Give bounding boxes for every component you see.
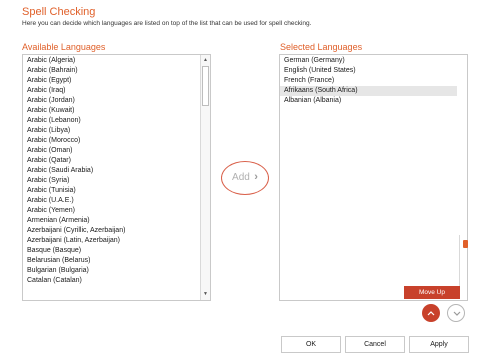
available-languages-label: Available Languages — [22, 42, 106, 52]
list-item[interactable]: Azerbaijani (Cyrillic, Azerbaijan) — [23, 226, 200, 236]
list-item[interactable]: Belarusian (Belarus) — [23, 256, 200, 266]
list-item[interactable]: Arabic (Libya) — [23, 126, 200, 136]
list-item[interactable]: Basque (Basque) — [23, 246, 200, 256]
list-item[interactable]: Arabic (Egypt) — [23, 76, 200, 86]
list-item[interactable]: Arabic (Bahrain) — [23, 66, 200, 76]
list-item[interactable]: Arabic (Syria) — [23, 176, 200, 186]
add-button[interactable]: Add › — [221, 161, 269, 195]
page-title: Spell Checking — [22, 6, 96, 18]
list-item[interactable]: Armenian (Armenia) — [23, 216, 200, 226]
apply-button[interactable]: Apply — [409, 336, 469, 353]
selected-languages-list[interactable]: German (Germany) English (United States) F… — [279, 54, 468, 301]
list-item[interactable]: Arabic (Morocco) — [23, 136, 200, 146]
scroll-down-icon[interactable]: ▼ — [201, 290, 210, 299]
available-list-scrollbar[interactable]: ▲ ▼ — [200, 55, 210, 300]
move-up-button[interactable] — [422, 304, 440, 322]
list-item[interactable]: Arabic (U.A.E.) — [23, 196, 200, 206]
list-item[interactable]: Arabic (Saudi Arabia) — [23, 166, 200, 176]
list-item[interactable]: Arabic (Jordan) — [23, 96, 200, 106]
list-item[interactable]: Afrikaans (South Africa) — [280, 86, 457, 96]
list-item[interactable]: Arabic (Lebanon) — [23, 116, 200, 126]
scrollbar-thumb[interactable] — [202, 66, 209, 106]
list-item[interactable]: Arabic (Iraq) — [23, 86, 200, 96]
scroll-position-marker[interactable] — [463, 240, 468, 248]
list-item[interactable]: Arabic (Tunisia) — [23, 186, 200, 196]
chevron-up-icon — [427, 311, 435, 316]
list-item[interactable]: French (France) — [280, 76, 457, 86]
available-languages-list[interactable]: Arabic (Algeria) Arabic (Bahrain) Arabic (… — [22, 54, 211, 301]
list-item[interactable]: Azerbaijani (Latin, Azerbaijan) — [23, 236, 200, 246]
ok-button[interactable]: OK — [281, 336, 341, 353]
list-item[interactable]: Catalan (Catalan) — [23, 276, 200, 286]
cancel-button[interactable]: Cancel — [345, 336, 405, 353]
chevron-right-icon: › — [254, 171, 258, 183]
move-down-button[interactable] — [447, 304, 465, 322]
list-item[interactable]: German (Germany) — [280, 56, 457, 66]
scroll-up-icon[interactable]: ▲ — [201, 56, 210, 65]
list-item[interactable]: Arabic (Qatar) — [23, 156, 200, 166]
move-up-tooltip: Move Up — [404, 286, 460, 299]
available-languages-items: Arabic (Algeria) Arabic (Bahrain) Arabic (… — [23, 56, 200, 286]
list-item[interactable]: Arabic (Algeria) — [23, 56, 200, 66]
chevron-down-icon — [453, 311, 461, 316]
selected-languages-items: German (Germany) English (United States) F… — [280, 56, 457, 106]
selected-languages-label: Selected Languages — [280, 42, 363, 52]
list-item[interactable]: Arabic (Kuwait) — [23, 106, 200, 116]
list-item[interactable]: Arabic (Yemen) — [23, 206, 200, 216]
page-subtitle: Here you can decide which languages are … — [22, 20, 312, 27]
add-button-label: Add — [232, 172, 250, 183]
list-item[interactable]: Bulgarian (Bulgaria) — [23, 266, 200, 276]
list-item[interactable]: English (United States) — [280, 66, 457, 76]
list-item[interactable]: Albanian (Albania) — [280, 96, 457, 106]
list-item[interactable]: Arabic (Oman) — [23, 146, 200, 156]
